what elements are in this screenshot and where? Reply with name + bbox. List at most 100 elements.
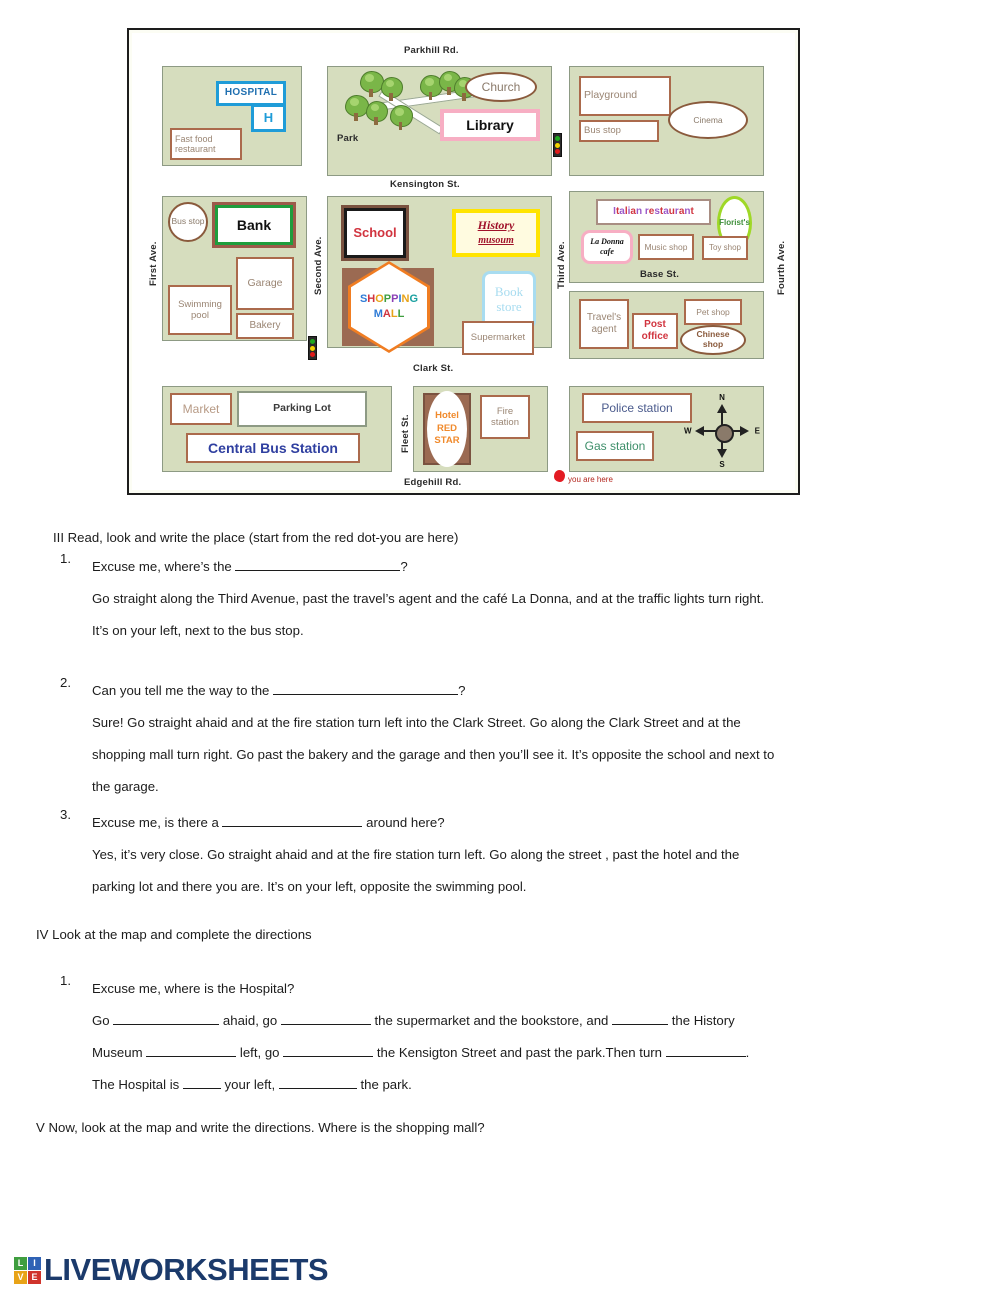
building-garage: Garage — [236, 257, 294, 310]
answer-blank[interactable] — [222, 812, 363, 827]
answer-blank[interactable] — [113, 1010, 220, 1025]
building-label: Library — [466, 116, 514, 133]
compass-label-north: N — [719, 393, 725, 402]
section-iii-item-1-number: 1. — [60, 551, 71, 566]
section-iii-item-3-number: 3. — [60, 807, 71, 822]
building-label: La Donna — [590, 237, 624, 246]
compass-label-west: W — [684, 426, 692, 436]
answer-blank[interactable] — [235, 556, 401, 571]
building-label: Italian restaurant — [613, 205, 694, 217]
logo-square-e: E — [28, 1270, 41, 1284]
building-label-2: MALL — [373, 308, 405, 320]
building-church: Church — [465, 72, 537, 102]
answer-line: It’s on your left, next to the bus stop. — [92, 623, 304, 638]
section-iii-item-3: Excuse me, is there a around here? Yes, … — [92, 807, 739, 903]
street-label-second-ave: Second Ave. — [313, 236, 324, 295]
you-are-here-marker — [554, 470, 565, 482]
building-bakery: Bakery — [236, 313, 294, 339]
compass-label-east: E — [754, 426, 760, 436]
fill-in-line-3: The Hospital is your left, the park. — [92, 1069, 749, 1101]
fill-in-line-2: Museum left, go the Kensigton Street and… — [92, 1037, 749, 1069]
building-label: Florist's — [719, 217, 750, 227]
tree-icon — [390, 105, 413, 130]
building-label: Fast food restaurant — [175, 133, 216, 154]
answer-line: parking lot and there you are. It’s on y… — [92, 879, 527, 894]
building-label: History — [477, 218, 515, 233]
building-hospital-h-sign: H — [251, 104, 286, 132]
compass-label-south: S — [719, 460, 725, 469]
building-label-2: RED — [436, 422, 458, 434]
answer-blank[interactable] — [283, 1042, 374, 1057]
building-travels-agent: Travel's agent — [579, 299, 629, 349]
building-label: Cinema — [693, 114, 723, 125]
tree-icon — [420, 75, 443, 100]
map-figure: Fast food restaurant HOSPITAL H Park Chu… — [127, 28, 800, 495]
building-label: Music shop — [644, 241, 688, 252]
answer-blank[interactable] — [612, 1010, 669, 1025]
building-bus-stop-west: Bus stop — [168, 202, 208, 242]
street-label-parkhill-rd: Parkhill Rd. — [404, 45, 459, 56]
logo-square-l: L — [14, 1256, 27, 1270]
logo-square-i: I — [28, 1256, 41, 1270]
building-cinema: Cinema — [668, 101, 748, 139]
building-label: Supermarket — [470, 332, 526, 344]
section-iii-heading: III Read, look and write the place (star… — [53, 530, 459, 545]
fill-in-line-1: Go ahaid, go the supermarket and the boo… — [92, 1005, 749, 1037]
building-bank: Bank — [212, 202, 296, 248]
building-label: Bus stop — [171, 216, 205, 227]
building-label: Market — [182, 401, 220, 416]
tree-icon — [345, 95, 369, 121]
building-bus-stop-north: Bus stop — [579, 120, 659, 142]
building-library: Library — [440, 109, 540, 141]
building-market: Market — [170, 393, 232, 425]
section-iv-heading: IV Look at the map and complete the dire… — [36, 927, 312, 942]
compass-tip-west — [695, 426, 704, 436]
building-italian-restaurant: Italian restaurant — [596, 199, 711, 225]
answer-blank[interactable] — [146, 1042, 237, 1057]
building-label: Police station — [601, 400, 673, 415]
building-label: Bakery — [249, 319, 281, 331]
building-label: Hotel — [435, 410, 459, 422]
answer-line: Sure! Go straight ahaid and at the fire … — [92, 715, 741, 730]
building-label: Book — [494, 284, 524, 300]
building-school: School — [341, 205, 409, 261]
building-supermarket: Supermarket — [462, 321, 534, 355]
section-iii-item-1: Excuse me, where’s the ? Go straight alo… — [92, 551, 764, 647]
street-label-kensington-st: Kensington St. — [390, 179, 460, 190]
building-label: Central Bus Station — [208, 439, 338, 456]
building-music-shop: Music shop — [638, 234, 694, 260]
answer-blank[interactable] — [273, 680, 459, 695]
tree-icon — [381, 77, 403, 101]
street-label-first-ave: First Ave. — [148, 241, 159, 286]
building-chinese-shop: Chinese shop — [680, 325, 746, 355]
building-label-3: STAR — [434, 435, 460, 447]
you-are-here-label: you are here — [568, 475, 613, 484]
answer-blank[interactable] — [182, 1074, 221, 1089]
building-label: Travel's agent — [586, 312, 622, 335]
section-v-heading: V Now, look at the map and write the dir… — [36, 1120, 485, 1135]
section-iii-item-2-number: 2. — [60, 675, 71, 690]
answer-blank[interactable] — [665, 1042, 746, 1057]
building-label: Garage — [247, 276, 283, 289]
street-label-fourth-ave: Fourth Ave. — [776, 240, 787, 295]
building-label: Gas station — [584, 438, 646, 453]
building-label: Church — [481, 79, 521, 94]
answer-line: the garage. — [92, 779, 159, 794]
park-label: Park — [337, 133, 359, 144]
traffic-light-icon — [553, 133, 562, 157]
building-label: Playground — [584, 89, 638, 102]
building-label: Post — [644, 318, 666, 330]
building-label: School — [353, 225, 397, 241]
building-swimming-pool: Swimming pool — [168, 285, 232, 335]
building-label-2: musoum — [478, 235, 514, 247]
building-label: Bank — [236, 216, 272, 233]
street-label-edgehill-rd: Edgehill Rd. — [404, 477, 462, 488]
building-label: Pet shop — [696, 306, 730, 317]
tree-icon — [366, 101, 388, 125]
building-central-bus-station: Central Bus Station — [186, 433, 360, 463]
building-hotel-red-star: Hotel RED STAR — [427, 391, 467, 467]
answer-blank[interactable] — [278, 1074, 357, 1089]
building-label-2: shop — [702, 339, 724, 349]
answer-blank[interactable] — [280, 1010, 371, 1025]
question-line: Excuse me, where is the Hospital? — [92, 981, 295, 996]
